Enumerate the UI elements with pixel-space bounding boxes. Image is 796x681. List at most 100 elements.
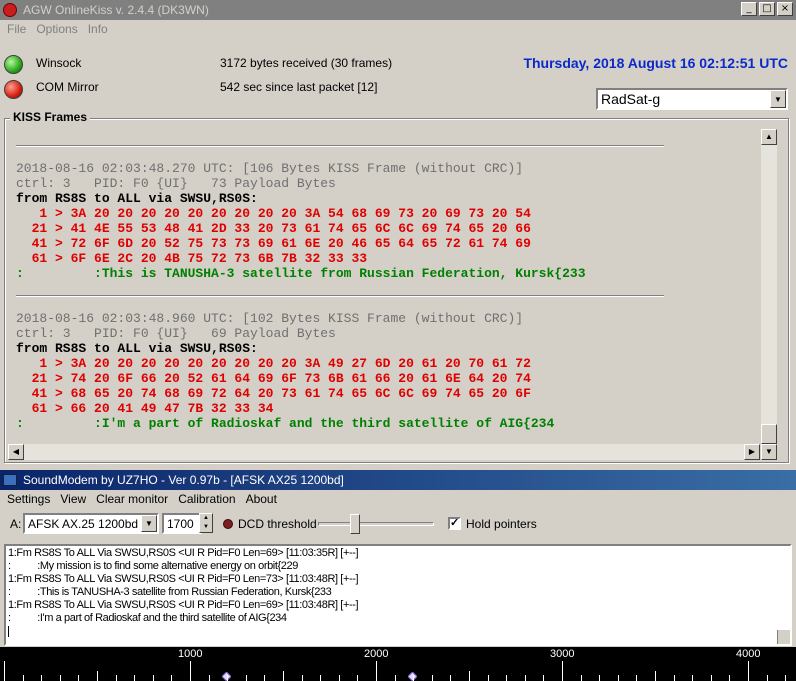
ruler-tick — [488, 675, 489, 681]
mode-select[interactable]: AFSK AX.25 1200bd ▼ — [23, 513, 159, 534]
window-controls: _ □ × — [741, 2, 793, 16]
frame-hex-line: 21 > 74 20 6F 66 20 52 61 64 69 6F 73 6B… — [16, 371, 531, 386]
menu-view[interactable]: View — [55, 492, 91, 506]
agw-title: AGW OnlineKiss v. 2.4.4 (DK3WN) — [23, 3, 209, 17]
soundmodem-title-bar[interactable]: SoundModem by UZ7HO - Ver 0.97b - [AFSK … — [0, 470, 796, 490]
frequency-ruler: 1000 2000 3000 4000 — [0, 647, 796, 681]
frequency-spinner[interactable]: ▲ ▼ — [199, 513, 213, 533]
frame-hex-line: 61 > 6F 6E 2C 20 4B 75 72 73 6B 7B 32 33… — [16, 251, 368, 266]
dcd-threshold-slider-track[interactable] — [318, 522, 434, 526]
minimize-button[interactable]: _ — [741, 2, 757, 16]
kiss-frames-title: KISS Frames — [10, 110, 91, 124]
com-mirror-info: 542 sec since last packet [12] — [220, 80, 378, 94]
dcd-threshold-label: DCD threshold — [238, 517, 317, 531]
scroll-up-icon[interactable]: ▲ — [761, 129, 777, 145]
frame-header: 2018-08-16 02:03:48.270 UTC: [106 Bytes … — [16, 161, 524, 176]
maximize-button[interactable]: □ — [759, 2, 775, 16]
hold-pointers-checkbox[interactable]: ✓ — [448, 517, 461, 530]
ruler-tick — [116, 675, 117, 681]
ruler-tick — [618, 675, 619, 681]
scroll-down-icon[interactable]: ▼ — [761, 444, 777, 460]
menu-info[interactable]: Info — [83, 22, 113, 36]
ruler-tick — [153, 675, 154, 681]
menu-clear-monitor[interactable]: Clear monitor — [91, 492, 173, 506]
satellite-select[interactable]: RadSat-g ▼ — [596, 88, 788, 110]
agw-menubar: File Options Info — [0, 20, 796, 38]
app-icon — [3, 3, 17, 17]
menu-about[interactable]: About — [241, 492, 282, 506]
ruler-tick — [134, 675, 135, 681]
frame-from: from RS8S to ALL via SWSU,RS0S: — [16, 191, 258, 206]
chevron-down-icon[interactable]: ▼ — [770, 90, 786, 108]
ruler-tick — [302, 675, 303, 681]
log-line: : :I'm a part of Radioskaf and the third… — [8, 612, 287, 624]
scroll-left-icon[interactable]: ◀ — [8, 444, 24, 460]
dcd-threshold-slider[interactable] — [350, 514, 360, 534]
ruler-tick — [711, 675, 712, 681]
frame-payload: : :This is TANUSHA-3 satellite from Russ… — [16, 266, 586, 281]
close-button[interactable]: × — [777, 2, 793, 16]
text-cursor — [8, 626, 9, 637]
log-line: 1:Fm RS8S To ALL Via SWSU,RS0S <UI R Pid… — [8, 599, 359, 611]
scroll-right-icon[interactable]: ▶ — [744, 444, 760, 460]
frequency-input[interactable]: 1700 — [162, 513, 202, 534]
agw-window: AGW OnlineKiss v. 2.4.4 (DK3WN) _ □ × Fi… — [0, 0, 796, 468]
ruler-tick — [283, 671, 284, 681]
kiss-vertical-scrollbar[interactable]: ▲ ▼ — [761, 129, 777, 460]
ruler-tick — [767, 675, 768, 681]
satellite-select-value: RadSat-g — [601, 91, 661, 107]
log-line: 1:Fm RS8S To ALL Via SWSU,RS0S <UI R Pid… — [8, 573, 359, 585]
ruler-tick — [357, 675, 358, 681]
frame-hex-line: 41 > 68 65 20 74 68 69 72 64 20 73 61 74… — [16, 386, 531, 401]
menu-options[interactable]: Options — [31, 22, 82, 36]
agw-title-bar[interactable]: AGW OnlineKiss v. 2.4.4 (DK3WN) _ □ × — [0, 0, 796, 20]
ruler-tick — [674, 675, 675, 681]
ruler-tick — [525, 675, 526, 681]
frame-ctrl: ctrl: 3 PID: F0 {UI} 69 Payload Bytes — [16, 326, 336, 341]
ruler-tick — [320, 675, 321, 681]
ruler-tick — [450, 675, 451, 681]
log-line: : :This is TANUSHA-3 satellite from Russ… — [8, 586, 332, 598]
scroll-thumb[interactable] — [761, 424, 777, 444]
ruler-tick — [543, 675, 544, 681]
frame-from: from RS8S to ALL via SWSU,RS0S: — [16, 341, 258, 356]
ruler-tick — [339, 675, 340, 681]
ruler-tick — [209, 675, 210, 681]
ruler-tick — [785, 675, 786, 681]
ruler-tick — [506, 675, 507, 681]
ruler-tick — [78, 675, 79, 681]
menu-calibration[interactable]: Calibration — [173, 492, 240, 506]
ruler-tick — [376, 661, 377, 681]
resize-grip[interactable] — [777, 630, 790, 644]
ruler-tick — [23, 675, 24, 681]
frame-hex-line: 21 > 41 4E 55 53 48 41 2D 33 20 73 61 74… — [16, 221, 531, 236]
menu-settings[interactable]: Settings — [2, 492, 55, 506]
mode-select-value: AFSK AX.25 1200bd — [28, 516, 139, 531]
ruler-tick — [692, 675, 693, 681]
frame-ctrl: ctrl: 3 PID: F0 {UI} 73 Payload Bytes — [16, 176, 336, 191]
ruler-tick — [599, 675, 600, 681]
ruler-tick — [227, 675, 228, 681]
ruler-label-3000: 3000 — [550, 648, 575, 660]
frame-payload: : :I'm a part of Radioskaf and the third… — [16, 416, 555, 431]
ruler-tick — [581, 675, 582, 681]
soundmodem-icon — [3, 474, 17, 486]
winsock-info: 3172 bytes received (30 frames) — [220, 56, 393, 70]
menu-file[interactable]: File — [2, 22, 31, 36]
ruler-tick — [395, 675, 396, 681]
received-frames-monitor[interactable]: 1:Fm RS8S To ALL Via SWSU,RS0S <UI R Pid… — [4, 544, 792, 646]
frame-hex-line: 1 > 3A 20 20 20 20 20 20 20 20 20 3A 49 … — [16, 356, 531, 371]
ruler-tick — [636, 675, 637, 681]
com-mirror-label: COM Mirror — [36, 80, 99, 94]
frame-hex-line: 61 > 66 20 41 49 47 7B 32 33 34 — [16, 401, 274, 416]
frame-hex-line: 41 > 72 6F 6D 20 52 75 73 73 69 61 6E 20… — [16, 236, 531, 251]
hold-pointers-label: Hold pointers — [466, 517, 537, 531]
ruler-label-1000: 1000 — [178, 648, 203, 660]
ruler-tick — [246, 675, 247, 681]
ruler-tick — [729, 675, 730, 681]
ruler-label-2000: 2000 — [364, 648, 389, 660]
frequency-value: 1700 — [167, 516, 194, 531]
kiss-horizontal-scrollbar[interactable]: ◀ ▶ — [8, 444, 760, 460]
chevron-down-icon[interactable]: ▼ — [141, 515, 157, 532]
kiss-frames-monitor[interactable]: 2018-08-16 02:03:48.270 UTC: [106 Bytes … — [8, 128, 760, 460]
